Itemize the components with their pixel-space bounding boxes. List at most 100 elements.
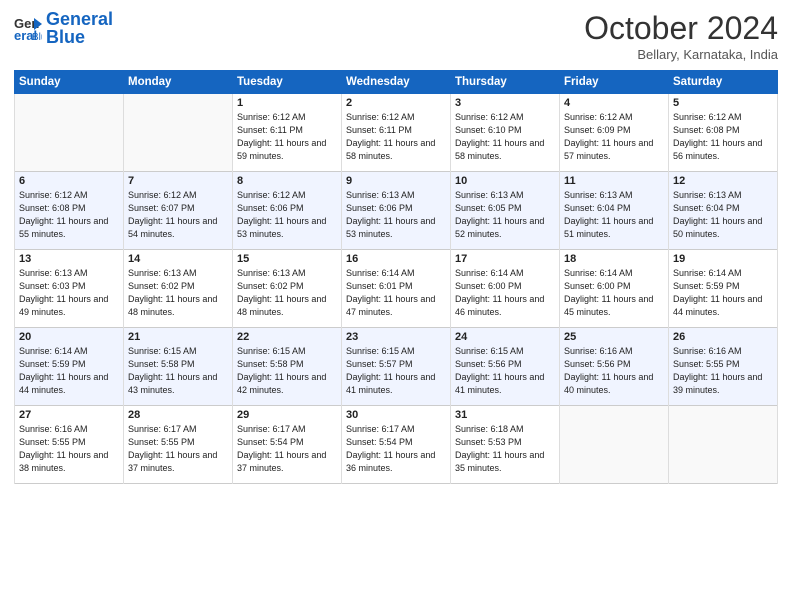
day-info: Sunrise: 6:14 AM Sunset: 5:59 PM Dayligh…: [19, 345, 119, 397]
week-row-2: 6Sunrise: 6:12 AM Sunset: 6:08 PM Daylig…: [15, 172, 778, 250]
day-number: 11: [564, 175, 664, 187]
week-row-1: 1Sunrise: 6:12 AM Sunset: 6:11 PM Daylig…: [15, 94, 778, 172]
day-number: 31: [455, 409, 555, 421]
calendar-cell: 12 Sunrise: 6:13 AM Sunset: 6:04 PM Dayli…: [669, 172, 778, 250]
day-info: Sunrise: 6:13 AM Sunset: 6:03 PM Dayligh…: [19, 267, 119, 319]
week-row-4: 20 Sunrise: 6:14 AM Sunset: 5:59 PM Dayli…: [15, 328, 778, 406]
calendar-cell: 1Sunrise: 6:12 AM Sunset: 6:11 PM Daylig…: [233, 94, 342, 172]
calendar-cell: 14Sunrise: 6:13 AM Sunset: 6:02 PM Dayli…: [124, 250, 233, 328]
month-title: October 2024: [584, 10, 778, 47]
day-info: Sunrise: 6:17 AM Sunset: 5:55 PM Dayligh…: [128, 423, 228, 475]
day-info: Sunrise: 6:15 AM Sunset: 5:58 PM Dayligh…: [128, 345, 228, 397]
calendar-cell: 17Sunrise: 6:14 AM Sunset: 6:00 PM Dayli…: [451, 250, 560, 328]
header-friday: Friday: [560, 71, 669, 94]
calendar-cell: 11 Sunrise: 6:13 AM Sunset: 6:04 PM Dayli…: [560, 172, 669, 250]
day-number: 28: [128, 409, 228, 421]
day-number: 20: [19, 331, 119, 343]
day-info: Sunrise: 6:13 AM Sunset: 6:04 PM Dayligh…: [673, 189, 773, 241]
logo-text: General Blue: [46, 10, 113, 46]
day-info: Sunrise: 6:12 AM Sunset: 6:06 PM Dayligh…: [237, 189, 337, 241]
day-number: 12: [673, 175, 773, 187]
day-number: 29: [237, 409, 337, 421]
day-info: Sunrise: 6:13 AM Sunset: 6:05 PM Dayligh…: [455, 189, 555, 241]
calendar-cell: 31 Sunrise: 6:18 AM Sunset: 5:53 PM Dayli…: [451, 406, 560, 484]
calendar-cell: [560, 406, 669, 484]
calendar-page: Gen eral Blue General Blue October 2024 …: [0, 0, 792, 612]
day-info: Sunrise: 6:12 AM Sunset: 6:10 PM Dayligh…: [455, 111, 555, 163]
calendar-cell: 2Sunrise: 6:12 AM Sunset: 6:11 PM Daylig…: [342, 94, 451, 172]
day-number: 25: [564, 331, 664, 343]
day-info: Sunrise: 6:14 AM Sunset: 6:00 PM Dayligh…: [564, 267, 664, 319]
calendar-cell: 27Sunrise: 6:16 AM Sunset: 5:55 PM Dayli…: [15, 406, 124, 484]
day-info: Sunrise: 6:12 AM Sunset: 6:08 PM Dayligh…: [19, 189, 119, 241]
header-wednesday: Wednesday: [342, 71, 451, 94]
day-number: 9: [346, 175, 446, 187]
logo-blue: Blue: [46, 27, 85, 47]
header: Gen eral Blue General Blue October 2024 …: [14, 10, 778, 62]
day-info: Sunrise: 6:15 AM Sunset: 5:57 PM Dayligh…: [346, 345, 446, 397]
day-number: 24: [455, 331, 555, 343]
calendar-cell: 15 Sunrise: 6:13 AM Sunset: 6:02 PM Dayli…: [233, 250, 342, 328]
day-number: 10: [455, 175, 555, 187]
calendar-cell: 13Sunrise: 6:13 AM Sunset: 6:03 PM Dayli…: [15, 250, 124, 328]
logo: Gen eral Blue General Blue: [14, 10, 113, 46]
calendar-cell: 8Sunrise: 6:12 AM Sunset: 6:06 PM Daylig…: [233, 172, 342, 250]
day-number: 15: [237, 253, 337, 265]
weekday-header-row: Sunday Monday Tuesday Wednesday Thursday…: [15, 71, 778, 94]
calendar-cell: 16 Sunrise: 6:14 AM Sunset: 6:01 PM Dayli…: [342, 250, 451, 328]
calendar-cell: 25 Sunrise: 6:16 AM Sunset: 5:56 PM Dayli…: [560, 328, 669, 406]
calendar-cell: 20 Sunrise: 6:14 AM Sunset: 5:59 PM Dayli…: [15, 328, 124, 406]
day-info: Sunrise: 6:12 AM Sunset: 6:11 PM Dayligh…: [237, 111, 337, 163]
calendar-cell: [15, 94, 124, 172]
day-number: 16: [346, 253, 446, 265]
calendar-cell: 24Sunrise: 6:15 AM Sunset: 5:56 PM Dayli…: [451, 328, 560, 406]
calendar-cell: 29 Sunrise: 6:17 AM Sunset: 5:54 PM Dayli…: [233, 406, 342, 484]
day-info: Sunrise: 6:18 AM Sunset: 5:53 PM Dayligh…: [455, 423, 555, 475]
calendar-cell: 30 Sunrise: 6:17 AM Sunset: 5:54 PM Dayli…: [342, 406, 451, 484]
svg-text:Blue: Blue: [32, 32, 42, 42]
calendar-cell: 9 Sunrise: 6:13 AM Sunset: 6:06 PM Daylig…: [342, 172, 451, 250]
day-info: Sunrise: 6:15 AM Sunset: 5:58 PM Dayligh…: [237, 345, 337, 397]
day-info: Sunrise: 6:17 AM Sunset: 5:54 PM Dayligh…: [237, 423, 337, 475]
day-number: 23: [346, 331, 446, 343]
calendar-cell: 28 Sunrise: 6:17 AM Sunset: 5:55 PM Dayli…: [124, 406, 233, 484]
header-thursday: Thursday: [451, 71, 560, 94]
day-info: Sunrise: 6:14 AM Sunset: 6:01 PM Dayligh…: [346, 267, 446, 319]
calendar-cell: 4 Sunrise: 6:12 AM Sunset: 6:09 PM Daylig…: [560, 94, 669, 172]
day-info: Sunrise: 6:16 AM Sunset: 5:56 PM Dayligh…: [564, 345, 664, 397]
day-number: 18: [564, 253, 664, 265]
calendar-cell: 21 Sunrise: 6:15 AM Sunset: 5:58 PM Dayli…: [124, 328, 233, 406]
day-number: 17: [455, 253, 555, 265]
day-info: Sunrise: 6:13 AM Sunset: 6:02 PM Dayligh…: [237, 267, 337, 319]
calendar-cell: 5Sunrise: 6:12 AM Sunset: 6:08 PM Daylig…: [669, 94, 778, 172]
day-number: 30: [346, 409, 446, 421]
day-number: 26: [673, 331, 773, 343]
week-row-3: 13Sunrise: 6:13 AM Sunset: 6:03 PM Dayli…: [15, 250, 778, 328]
day-info: Sunrise: 6:12 AM Sunset: 6:07 PM Dayligh…: [128, 189, 228, 241]
calendar-cell: 3 Sunrise: 6:12 AM Sunset: 6:10 PM Daylig…: [451, 94, 560, 172]
calendar-cell: 19Sunrise: 6:14 AM Sunset: 5:59 PM Dayli…: [669, 250, 778, 328]
week-row-5: 27Sunrise: 6:16 AM Sunset: 5:55 PM Dayli…: [15, 406, 778, 484]
day-info: Sunrise: 6:13 AM Sunset: 6:06 PM Dayligh…: [346, 189, 446, 241]
day-number: 2: [346, 97, 446, 109]
header-tuesday: Tuesday: [233, 71, 342, 94]
calendar-cell: 26 Sunrise: 6:16 AM Sunset: 5:55 PM Dayli…: [669, 328, 778, 406]
day-info: Sunrise: 6:13 AM Sunset: 6:04 PM Dayligh…: [564, 189, 664, 241]
day-number: 5: [673, 97, 773, 109]
day-number: 4: [564, 97, 664, 109]
day-number: 3: [455, 97, 555, 109]
day-info: Sunrise: 6:17 AM Sunset: 5:54 PM Dayligh…: [346, 423, 446, 475]
calendar-cell: [669, 406, 778, 484]
day-number: 19: [673, 253, 773, 265]
calendar-cell: 22 Sunrise: 6:15 AM Sunset: 5:58 PM Dayli…: [233, 328, 342, 406]
day-info: Sunrise: 6:12 AM Sunset: 6:09 PM Dayligh…: [564, 111, 664, 163]
header-monday: Monday: [124, 71, 233, 94]
calendar-cell: 6Sunrise: 6:12 AM Sunset: 6:08 PM Daylig…: [15, 172, 124, 250]
day-info: Sunrise: 6:16 AM Sunset: 5:55 PM Dayligh…: [673, 345, 773, 397]
day-number: 22: [237, 331, 337, 343]
calendar-cell: 10 Sunrise: 6:13 AM Sunset: 6:05 PM Dayli…: [451, 172, 560, 250]
day-info: Sunrise: 6:13 AM Sunset: 6:02 PM Dayligh…: [128, 267, 228, 319]
day-number: 27: [19, 409, 119, 421]
day-number: 21: [128, 331, 228, 343]
header-sunday: Sunday: [15, 71, 124, 94]
